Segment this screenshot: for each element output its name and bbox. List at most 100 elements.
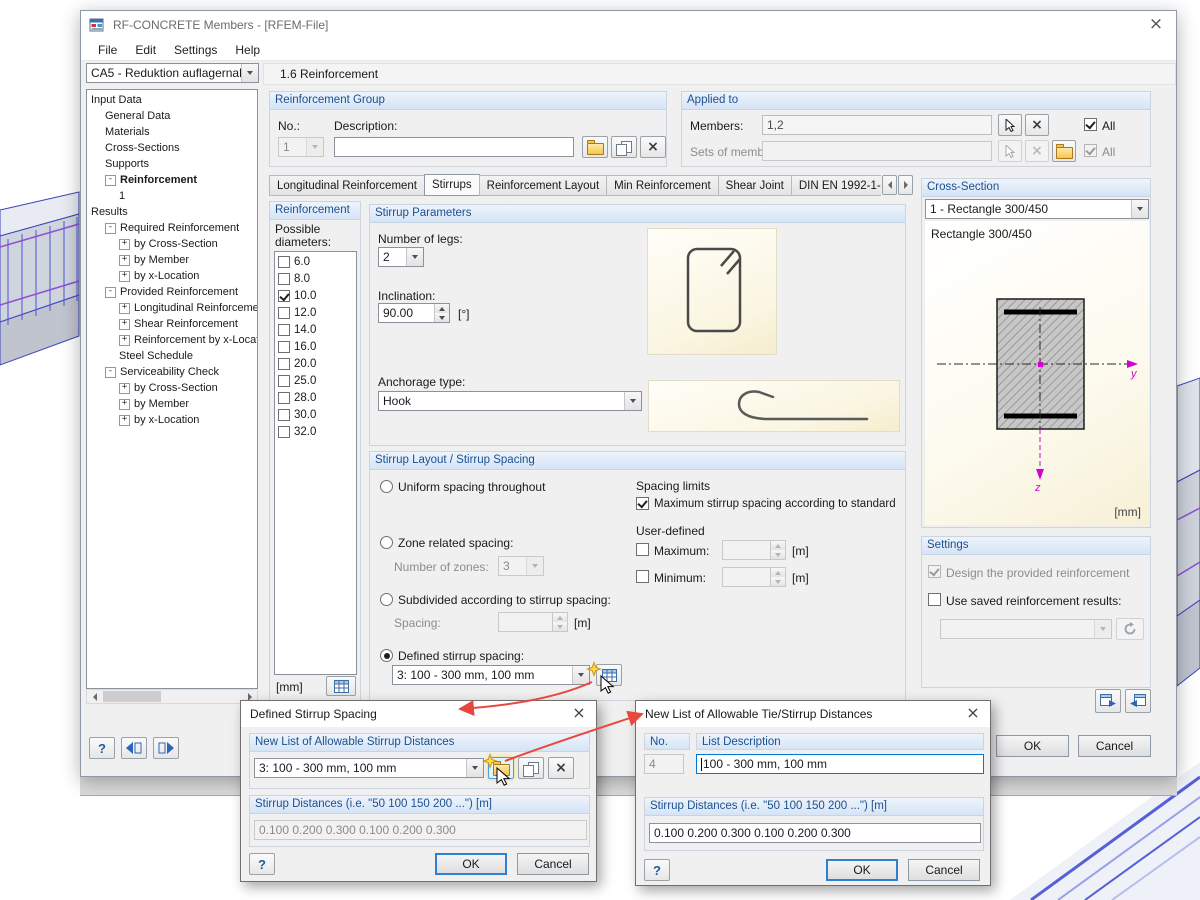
new-list-button[interactable] <box>488 757 514 779</box>
use-saved-results-checkbox[interactable] <box>928 593 941 606</box>
max-spacing-standard-checkbox[interactable] <box>636 497 649 510</box>
number-of-legs-select[interactable]: 2 <box>378 247 424 267</box>
expand-icon[interactable]: + <box>119 238 130 250</box>
tree-item[interactable]: General Data <box>87 108 257 124</box>
distances-input[interactable]: 0.100 0.200 0.300 0.100 0.200 0.300 <box>254 820 587 840</box>
refresh-results-button[interactable] <box>1116 618 1144 640</box>
tree-item[interactable]: Input Data <box>87 92 257 108</box>
diameter-option[interactable]: 32.0 <box>275 423 356 440</box>
clear-members-button[interactable]: × <box>1025 114 1049 136</box>
tab-min-reinforcement[interactable]: Min Reinforcement <box>606 175 719 196</box>
expand-icon[interactable]: + <box>119 254 130 266</box>
group-number-select[interactable]: 1 <box>278 137 324 157</box>
spinner-arrows[interactable] <box>770 541 785 559</box>
menu-help[interactable]: Help <box>226 39 269 61</box>
edit-stirrup-spacing-list-button[interactable] <box>596 664 622 686</box>
tree-item[interactable]: + by Cross-Section <box>87 380 257 396</box>
delete-list-button[interactable]: × <box>548 757 574 779</box>
copy-group-button[interactable] <box>611 136 637 158</box>
collapse-icon[interactable]: - <box>105 286 116 298</box>
tree-item[interactable]: - Serviceability Check <box>87 364 257 380</box>
diameter-checkbox[interactable] <box>278 357 290 370</box>
tree-item[interactable]: Results <box>87 204 257 220</box>
inclination-input[interactable]: 90.00 <box>378 303 450 323</box>
sets-all-checkbox[interactable] <box>1084 144 1097 157</box>
uniform-spacing-radio[interactable] <box>380 480 393 493</box>
collapse-icon[interactable]: - <box>105 366 116 378</box>
tree-item[interactable]: - Reinforcement <box>87 172 257 188</box>
diameter-option[interactable]: 25.0 <box>275 372 356 389</box>
pick-members-button[interactable] <box>998 114 1022 136</box>
tab-shear-joint[interactable]: Shear Joint <box>717 175 792 196</box>
expand-icon[interactable]: + <box>119 382 130 394</box>
number-of-zones-select[interactable]: 3 <box>498 556 544 576</box>
pick-sets-button[interactable] <box>998 140 1022 162</box>
defined-spacing-select[interactable]: 3: 100 - 300 mm, 100 mm <box>392 665 590 685</box>
help-button[interactable]: ? <box>644 859 670 881</box>
tab-stirrups[interactable]: Stirrups <box>424 174 480 196</box>
help-button[interactable]: ? <box>249 853 275 875</box>
previous-window-button[interactable] <box>121 737 147 759</box>
spacing-input[interactable] <box>498 612 568 632</box>
description-input[interactable] <box>334 137 574 157</box>
spinner-arrows[interactable] <box>552 613 567 631</box>
diameter-checkbox[interactable] <box>278 323 290 336</box>
sets-input[interactable] <box>762 141 992 161</box>
tree-item[interactable]: + by Cross-Section <box>87 236 257 252</box>
close-icon[interactable]: × <box>562 701 596 727</box>
anchorage-type-select[interactable]: Hook <box>378 391 642 411</box>
close-icon[interactable]: × <box>1136 11 1176 39</box>
tree-item[interactable]: + Longitudinal Reinforcement <box>87 300 257 316</box>
tab-reinforcement-layout[interactable]: Reinforcement Layout <box>478 175 608 196</box>
help-button[interactable]: ? <box>89 737 115 759</box>
diameter-checkbox[interactable] <box>278 340 290 353</box>
diameter-checkbox[interactable] <box>278 408 290 421</box>
tab-scroll-left-button[interactable] <box>882 175 897 195</box>
spinner-arrows[interactable] <box>434 304 449 322</box>
next-window-button[interactable] <box>153 737 179 759</box>
diameter-option[interactable]: 14.0 <box>275 321 356 338</box>
list-number-input[interactable]: 4 <box>644 754 684 774</box>
collapse-icon[interactable]: - <box>105 174 116 186</box>
set-default-button[interactable] <box>1095 689 1121 713</box>
tree-item[interactable]: + Reinforcement by x-Location <box>87 332 257 348</box>
diameter-checkbox[interactable] <box>278 374 290 387</box>
maximum-input[interactable] <box>722 540 786 560</box>
expand-icon[interactable]: + <box>119 398 130 410</box>
diameter-option[interactable]: 8.0 <box>275 270 356 287</box>
new-set-button[interactable] <box>1052 140 1076 162</box>
collapse-icon[interactable]: - <box>105 222 116 234</box>
tree-item[interactable]: + by Member <box>87 252 257 268</box>
tree-item[interactable]: - Required Reinforcement <box>87 220 257 236</box>
expand-icon[interactable]: + <box>119 302 130 314</box>
menu-edit[interactable]: Edit <box>126 39 165 61</box>
diameter-checkbox[interactable] <box>278 289 290 302</box>
saved-results-select[interactable] <box>940 619 1112 639</box>
tree-item[interactable]: Steel Schedule <box>87 348 257 364</box>
menu-file[interactable]: File <box>89 39 126 61</box>
scroll-left-icon[interactable] <box>87 690 102 703</box>
diameter-option[interactable]: 30.0 <box>275 406 356 423</box>
diameter-checkbox[interactable] <box>278 306 290 319</box>
diameter-list[interactable]: 6.0 8.0 10.0 12.0 14.0 16.0 20.0 25.0 28.0 30.0 32… <box>274 251 357 675</box>
diameter-option[interactable]: 28.0 <box>275 389 356 406</box>
design-provided-checkbox[interactable] <box>928 565 941 578</box>
expand-icon[interactable]: + <box>119 414 130 426</box>
cross-section-select[interactable]: 1 - Rectangle 300/450 <box>925 199 1149 219</box>
subdivided-spacing-radio[interactable] <box>380 593 393 606</box>
menu-settings[interactable]: Settings <box>165 39 226 61</box>
ok-button[interactable]: OK <box>826 859 898 881</box>
cancel-button[interactable]: Cancel <box>517 853 589 875</box>
diameter-checkbox[interactable] <box>278 391 290 404</box>
cancel-button[interactable]: Cancel <box>908 859 980 881</box>
diameter-option[interactable]: 16.0 <box>275 338 356 355</box>
tree-item[interactable]: + Shear Reinforcement <box>87 316 257 332</box>
ok-button[interactable]: OK <box>435 853 507 875</box>
zone-spacing-radio[interactable] <box>380 536 393 549</box>
tab-din-en-1992-1-1[interactable]: DIN EN 1992-1-1 <box>790 175 881 196</box>
scrollbar-thumb[interactable] <box>103 691 161 702</box>
diameter-option[interactable]: 12.0 <box>275 304 356 321</box>
minimum-checkbox[interactable] <box>636 570 649 583</box>
list-description-input[interactable]: 100 - 300 mm, 100 mm <box>696 754 984 774</box>
tree-item[interactable]: 1 <box>87 188 257 204</box>
